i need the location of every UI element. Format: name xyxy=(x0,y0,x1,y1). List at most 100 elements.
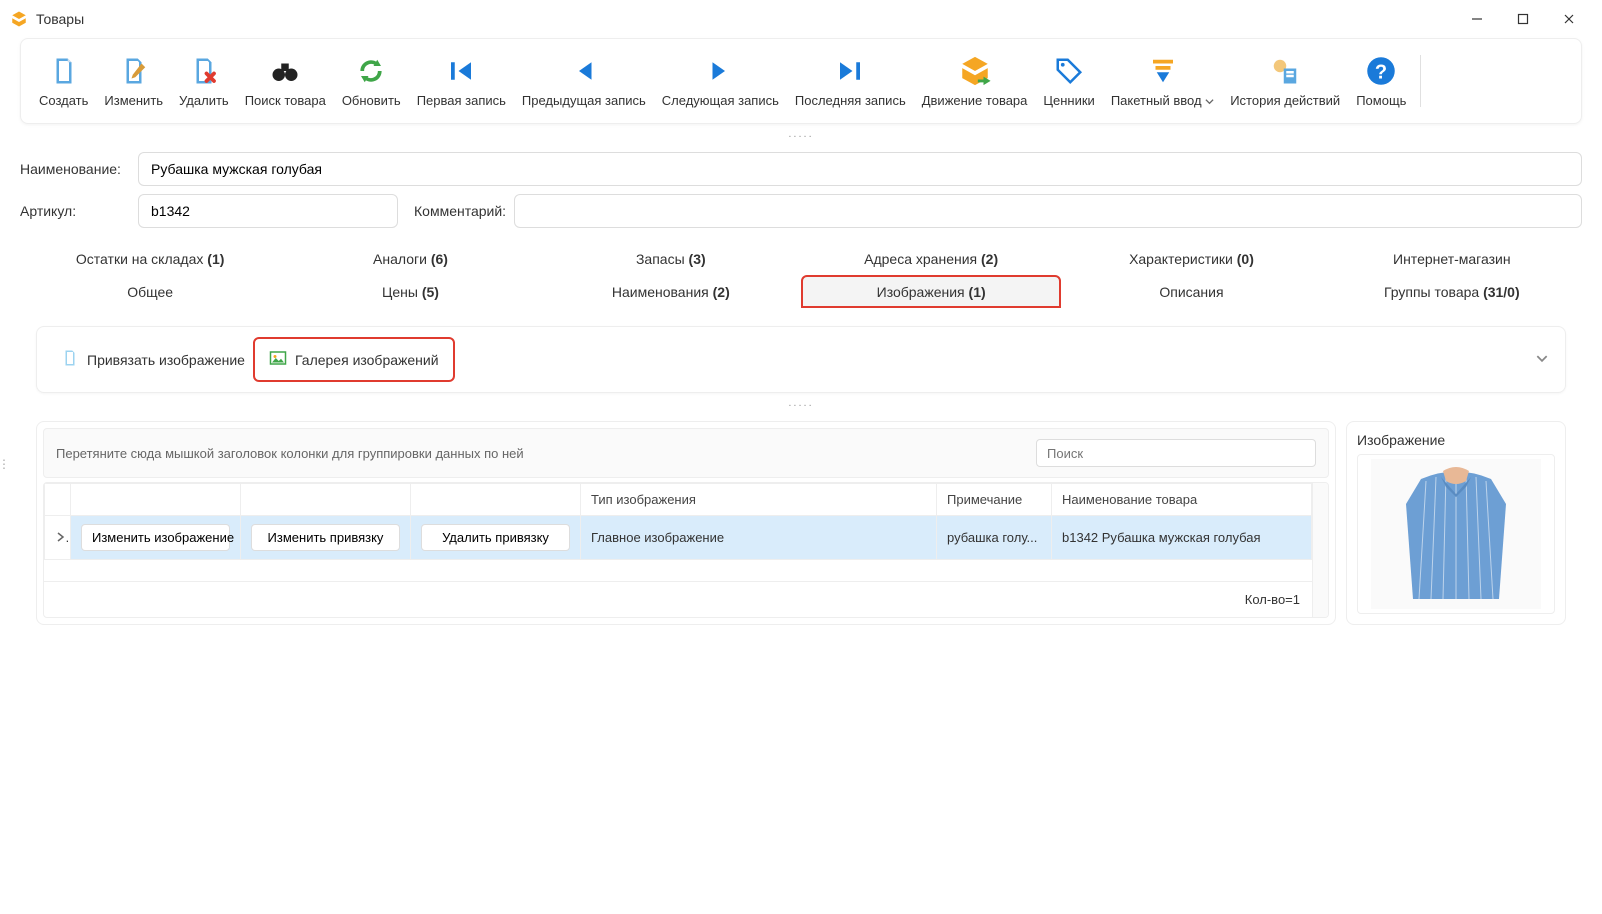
main-toolbar: Создать Изменить Удалить Поиск товара Об… xyxy=(20,38,1582,124)
tool-label: Изменить xyxy=(104,93,163,109)
splitter-handle[interactable]: ..... xyxy=(20,124,1582,144)
tab-общее[interactable]: Общее xyxy=(20,275,280,308)
history-button[interactable]: История действий xyxy=(1224,49,1346,113)
vertical-scrollbar[interactable] xyxy=(1312,483,1328,617)
first-icon xyxy=(443,53,479,89)
tool-label: Пакетный ввод xyxy=(1111,93,1214,109)
first-record-button[interactable]: Первая запись xyxy=(411,49,512,113)
tool-label: Обновить xyxy=(342,93,401,109)
last-icon xyxy=(832,53,868,89)
article-input[interactable] xyxy=(138,194,398,228)
document-new-icon xyxy=(46,53,82,89)
tab-группы-товара[interactable]: Группы товара (31/0) xyxy=(1322,275,1582,308)
tool-label: История действий xyxy=(1230,93,1340,109)
expand-chevron-icon[interactable] xyxy=(1535,351,1549,368)
images-table: Тип изображения Примечание Наименование … xyxy=(43,482,1329,618)
images-grid-panel: Перетяните сюда мышкой заголовок колонки… xyxy=(36,421,1336,625)
box-arrow-icon xyxy=(957,53,993,89)
group-by-row: Перетяните сюда мышкой заголовок колонки… xyxy=(43,428,1329,478)
tab-интернет-магазин[interactable]: Интернет-магазин xyxy=(1322,242,1582,275)
movement-button[interactable]: Движение товара xyxy=(916,49,1034,113)
tool-label: Первая запись xyxy=(417,93,506,109)
tool-label: Последняя запись xyxy=(795,93,906,109)
group-hint-text: Перетяните сюда мышкой заголовок колонки… xyxy=(56,446,1036,461)
edit-image-button[interactable]: Изменить изображение xyxy=(81,524,230,551)
refresh-button[interactable]: Обновить xyxy=(336,49,407,113)
tool-label: Создать xyxy=(39,93,88,109)
help-icon: ? xyxy=(1363,53,1399,89)
create-button[interactable]: Создать xyxy=(33,49,94,113)
tab-адреса-хранения[interactable]: Адреса хранения (2) xyxy=(801,242,1061,275)
table-header-row: Тип изображения Примечание Наименование … xyxy=(45,484,1312,516)
document-edit-icon xyxy=(116,53,152,89)
cell-note: рубашка голу... xyxy=(937,516,1052,560)
prev-icon xyxy=(566,53,602,89)
edit-button[interactable]: Изменить xyxy=(98,49,169,113)
attach-image-button[interactable]: Привязать изображение xyxy=(49,341,257,378)
tab-цены[interactable]: Цены (5) xyxy=(280,275,540,308)
minimize-button[interactable] xyxy=(1454,4,1500,34)
table-row[interactable]: Изменить изображение Изменить привязку Уда… xyxy=(45,516,1312,560)
next-record-button[interactable]: Следующая запись xyxy=(656,49,785,113)
tab-описания[interactable]: Описания xyxy=(1061,275,1321,308)
help-button[interactable]: ? Помощь xyxy=(1350,49,1412,113)
tab-запасы[interactable]: Запасы (3) xyxy=(541,242,801,275)
svg-text:?: ? xyxy=(1375,62,1387,84)
splitter-handle-vertical[interactable]: ⋮ xyxy=(0,457,10,471)
refresh-icon xyxy=(353,53,389,89)
prev-record-button[interactable]: Предыдущая запись xyxy=(516,49,652,113)
sub-btn-label: Галерея изображений xyxy=(295,352,439,368)
image-gallery-button[interactable]: Галерея изображений xyxy=(257,341,451,378)
edit-binding-button[interactable]: Изменить привязку xyxy=(251,524,400,551)
tool-label: Удалить xyxy=(179,93,229,109)
pricetags-button[interactable]: Ценники xyxy=(1037,49,1100,113)
tool-label: Следующая запись xyxy=(662,93,779,109)
tab-row-2: ОбщееЦены (5)Наименования (2)Изображения… xyxy=(20,275,1582,308)
image-preview-panel: ⋮ Изображение xyxy=(1346,421,1566,625)
article-comment-row: Артикул: Комментарий: xyxy=(20,194,1582,228)
close-button[interactable] xyxy=(1546,4,1592,34)
tool-label: Поиск товара xyxy=(245,93,326,109)
col-product-name[interactable]: Наименование товара xyxy=(1052,484,1312,516)
shirt-preview-icon xyxy=(1371,459,1541,609)
col-note[interactable]: Примечание xyxy=(937,484,1052,516)
article-label: Артикул: xyxy=(20,203,130,219)
cell-product-name: b1342 Рубашка мужская голубая xyxy=(1052,516,1312,560)
document-delete-icon xyxy=(186,53,222,89)
last-record-button[interactable]: Последняя запись xyxy=(789,49,912,113)
comment-input[interactable] xyxy=(514,194,1582,228)
images-sub-toolbar: Привязать изображение Галерея изображени… xyxy=(36,326,1566,393)
batch-input-button[interactable]: Пакетный ввод xyxy=(1105,49,1220,113)
name-input[interactable] xyxy=(138,152,1582,186)
splitter-handle[interactable]: ..... xyxy=(20,393,1582,413)
tab-остатки-на-складах[interactable]: Остатки на складах (1) xyxy=(20,242,280,275)
tool-label: Ценники xyxy=(1043,93,1094,109)
tool-label: Помощь xyxy=(1356,93,1406,109)
tabs-container: Остатки на складах (1)Аналоги (6)Запасы … xyxy=(20,242,1582,625)
title-bar: Товары xyxy=(0,0,1602,38)
history-icon xyxy=(1267,53,1303,89)
image-panel-title: Изображение xyxy=(1357,432,1555,448)
picture-icon xyxy=(269,349,287,370)
tab-аналоги[interactable]: Аналоги (6) xyxy=(280,242,540,275)
delete-button[interactable]: Удалить xyxy=(173,49,235,113)
binoculars-icon xyxy=(267,53,303,89)
document-icon xyxy=(61,349,79,370)
comment-label: Комментарий: xyxy=(414,203,506,219)
batch-icon xyxy=(1145,53,1181,89)
app-icon xyxy=(10,10,28,28)
grid-footer: Кол-во=1 xyxy=(44,581,1312,617)
tab-наименования[interactable]: Наименования (2) xyxy=(541,275,801,308)
name-label: Наименование: xyxy=(20,161,130,177)
col-type[interactable]: Тип изображения xyxy=(581,484,937,516)
tab-характеристики[interactable]: Характеристики (0) xyxy=(1061,242,1321,275)
delete-binding-button[interactable]: Удалить привязку xyxy=(421,524,570,551)
maximize-button[interactable] xyxy=(1500,4,1546,34)
search-button[interactable]: Поиск товара xyxy=(239,49,332,113)
row-expand-icon[interactable] xyxy=(45,516,71,560)
tab-изображения[interactable]: Изображения (1) xyxy=(801,275,1061,308)
image-preview[interactable] xyxy=(1357,454,1555,614)
name-row: Наименование: xyxy=(20,152,1582,186)
grid-search-input[interactable] xyxy=(1036,439,1316,467)
tab-row-1: Остатки на складах (1)Аналоги (6)Запасы … xyxy=(20,242,1582,275)
